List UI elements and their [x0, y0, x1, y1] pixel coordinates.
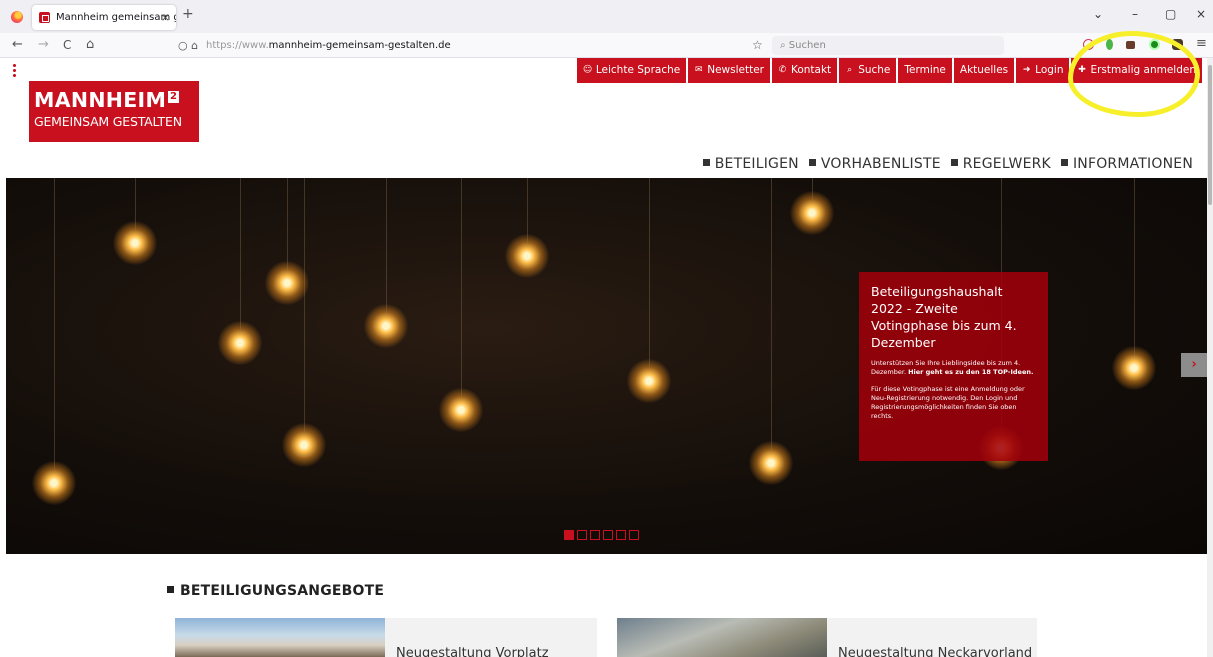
square-bullet-icon — [808, 159, 816, 166]
top-nav-leichte-sprache[interactable]: ☺ Leichte Sprache — [576, 58, 687, 83]
home-button[interactable]: ⌂ — [86, 37, 94, 53]
slider-next-button[interactable]: › — [1181, 353, 1207, 377]
back-button[interactable]: ← — [12, 37, 23, 53]
search-input[interactable]: ⌕ Suchen — [772, 36, 1004, 55]
slider-dot-6[interactable] — [629, 530, 639, 540]
slider-pager — [564, 530, 639, 540]
card-title[interactable]: Neugestaltung Neckarvorland — [838, 646, 1032, 657]
square-bullet-icon — [950, 159, 958, 166]
card-title[interactable]: Neugestaltung Vorplatz — [396, 646, 549, 657]
search-icon: ⌕ — [847, 65, 853, 75]
bulb-wire — [649, 178, 650, 369]
top-nav-label: Aktuelles — [959, 64, 1009, 76]
address-bar[interactable]: ○ ⌂ https://www.mannheim-gemeinsam-gesta… — [168, 35, 770, 56]
bulb-wire — [386, 178, 387, 314]
hero-slider[interactable]: Beteiligungshaushalt 2022 - Zweite Votin… — [6, 178, 1207, 554]
site-favicon-icon — [39, 12, 50, 23]
logo-subtitle: GEMEINSAM GESTALTEN — [34, 114, 182, 129]
shield-lock-icon: ○ ⌂ — [178, 39, 199, 52]
scrollbar-thumb[interactable] — [1208, 65, 1212, 205]
top-nav-suche[interactable]: ⌕ Suche — [839, 58, 897, 83]
new-tab-button[interactable]: + — [182, 6, 194, 22]
top-nav-kontakt[interactable]: ✆ Kontakt — [771, 58, 838, 83]
top-nav-newsletter[interactable]: ✉ Newsletter — [688, 58, 770, 83]
forward-button[interactable]: → — [38, 37, 49, 53]
phone-icon: ✆ — [778, 65, 787, 75]
slide-title: Beteiligungshaushalt 2022 - Zweite Votin… — [871, 284, 1017, 350]
bulb-wire — [240, 178, 241, 331]
top-nav-label: Termine — [904, 64, 946, 76]
tab-title: Mannheim gemeinsam gestalt — [56, 12, 176, 23]
square-bullet-icon — [702, 159, 710, 166]
bulb-wire — [771, 178, 772, 451]
envelope-icon: ✉ — [694, 65, 703, 75]
bulb-wire — [287, 178, 288, 271]
easy-language-icon: ☺ — [582, 65, 593, 75]
tab-close-icon[interactable]: × — [161, 5, 170, 30]
top-nav-termine[interactable]: Termine — [898, 58, 952, 83]
slider-dot-5[interactable] — [616, 530, 626, 540]
main-nav: BETEILIGEN VORHABENLISTE REGELWERK INFORMAT… — [702, 156, 1193, 172]
main-nav-regelwerk[interactable]: REGELWERK — [950, 156, 1051, 172]
vertical-dots-menu-icon[interactable] — [13, 63, 16, 77]
top-nav-label: Kontakt — [790, 64, 832, 76]
square-bullet-icon — [167, 586, 174, 593]
card-image — [175, 618, 385, 657]
section-title: BETEILIGUNGSANGEBOTE — [167, 583, 384, 599]
offer-card[interactable]: Neugestaltung Vorplatz — [175, 618, 597, 657]
main-nav-vorhabenliste[interactable]: VORHABENLISTE — [808, 156, 941, 172]
firefox-menu-icon[interactable] — [11, 11, 23, 23]
bulb-wire — [527, 178, 528, 244]
slide-text: Unterstützen Sie Ihre Lieblingsidee bis … — [871, 359, 1034, 376]
bulb-wire — [812, 178, 813, 201]
slide-text-2: Für diese Votingphase ist eine Anmeldung… — [871, 385, 1025, 420]
main-nav-beteiligen[interactable]: BETEILIGEN — [702, 156, 799, 172]
logo-title: MANNHEIM — [34, 88, 167, 112]
slider-dot-3[interactable] — [590, 530, 600, 540]
top-nav-label: Leichte Sprache — [595, 64, 681, 76]
slide-caption[interactable]: Beteiligungshaushalt 2022 - Zweite Votin… — [859, 272, 1048, 461]
bulb-wire — [135, 178, 136, 231]
yellow-annotation-circle — [1068, 31, 1200, 117]
browser-tab-bar: Mannheim gemeinsam gestalt × + ⌄ – ▢ × — [0, 0, 1213, 33]
top-nav-login[interactable]: ➜ Login — [1016, 58, 1070, 83]
minimize-button[interactable]: – — [1132, 7, 1138, 21]
list-tabs-icon[interactable]: ⌄ — [1093, 7, 1103, 21]
top-nav-label: Suche — [858, 64, 891, 76]
site-logo[interactable]: MANNHEIM 2 GEMEINSAM GESTALTEN — [29, 81, 199, 142]
logo-superscript: 2 — [168, 91, 180, 103]
offer-card[interactable]: Neugestaltung Neckarvorland — [617, 618, 1037, 657]
browser-tab[interactable]: Mannheim gemeinsam gestalt × — [32, 5, 176, 30]
bulb-wire — [304, 178, 305, 433]
top-nav-aktuelles[interactable]: Aktuelles — [953, 58, 1015, 83]
bulb-wire — [461, 178, 462, 398]
main-nav-informationen[interactable]: INFORMATIONEN — [1060, 156, 1193, 172]
bulb-wire — [54, 178, 55, 471]
top-nav-label: Newsletter — [707, 64, 764, 76]
login-icon: ➜ — [1022, 65, 1031, 75]
browser-nav-bar: ← → C ⌂ ○ ⌂ https://www.mannheim-gemeins… — [0, 33, 1213, 58]
top-nav-label: Login — [1035, 64, 1064, 76]
app-menu-icon[interactable]: ≡ — [1196, 36, 1207, 52]
reload-button[interactable]: C — [63, 37, 71, 53]
maximize-button[interactable]: ▢ — [1165, 7, 1176, 21]
close-window-button[interactable]: × — [1196, 7, 1206, 21]
slider-dot-1[interactable] — [564, 530, 574, 540]
bulb-wire — [1134, 178, 1135, 356]
url-text: https://www.mannheim-gemeinsam-gestalten… — [206, 40, 451, 51]
slider-dot-4[interactable] — [603, 530, 613, 540]
card-image — [617, 618, 827, 657]
slider-dot-2[interactable] — [577, 530, 587, 540]
square-bullet-icon — [1060, 159, 1068, 166]
slide-link[interactable]: Hier geht es zu den 18 TOP-Ideen. — [908, 368, 1033, 376]
bookmark-star-icon[interactable]: ☆ — [752, 38, 763, 52]
